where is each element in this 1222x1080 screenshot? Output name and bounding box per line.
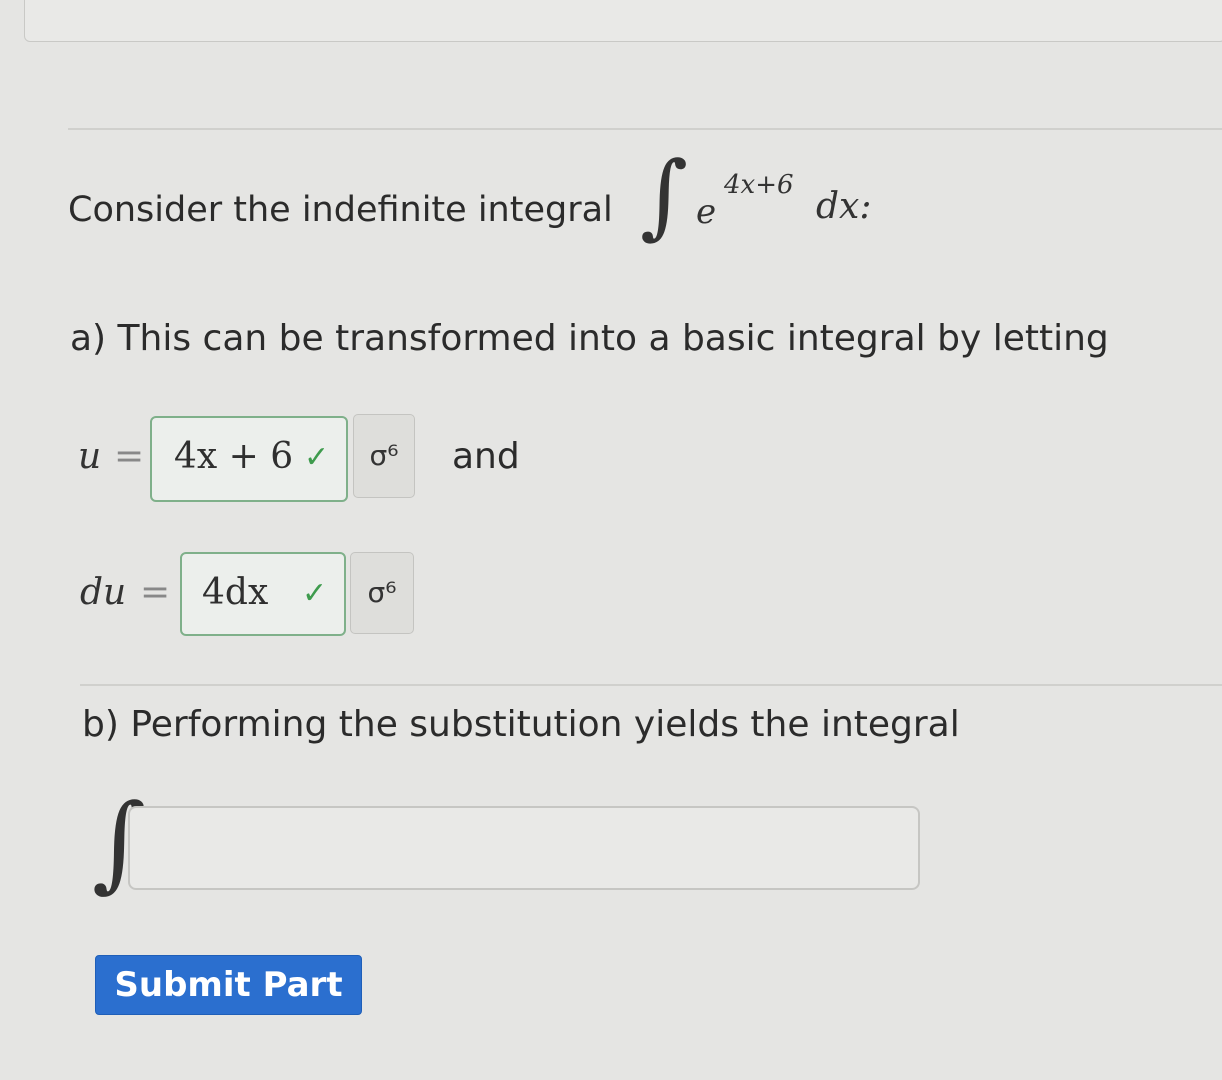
du-answer-field[interactable]: 4dx ✓ xyxy=(180,552,346,636)
question-intro: Consider the indefinite integral xyxy=(68,190,613,230)
symbol-palette-button[interactable]: σ⁶ xyxy=(353,414,415,498)
part-a-prompt: a) This can be transformed into a basic … xyxy=(70,318,1109,359)
symbol-palette-button[interactable]: σ⁶ xyxy=(350,552,414,634)
u-label: u xyxy=(78,436,102,477)
and-text: and xyxy=(452,436,520,477)
section-divider xyxy=(80,684,1222,686)
previous-answer-box xyxy=(24,0,1222,42)
differential: dx: xyxy=(816,186,872,227)
check-icon: ✓ xyxy=(302,576,328,611)
u-answer-value: 4x + 6 xyxy=(174,436,294,477)
du-equals: = xyxy=(140,572,171,613)
symbol-palette-icon: σ⁶ xyxy=(369,439,399,472)
check-icon: ✓ xyxy=(304,440,330,475)
integrand-exponent: 4x+6 xyxy=(724,170,794,200)
u-equals: = xyxy=(114,436,145,477)
integrand-base: e xyxy=(696,192,717,232)
symbol-palette-icon: σ⁶ xyxy=(367,576,397,609)
section-divider-top xyxy=(68,128,1222,130)
submit-part-button[interactable]: Submit Part xyxy=(95,955,362,1015)
du-answer-value: 4dx xyxy=(202,572,269,613)
du-label: du xyxy=(80,572,127,613)
part-b-prompt: b) Performing the substitution yields th… xyxy=(82,704,960,745)
integral-sign: ∫ xyxy=(640,142,688,249)
integral-answer-input[interactable] xyxy=(128,806,920,890)
u-answer-field[interactable]: 4x + 6 ✓ xyxy=(150,416,348,502)
